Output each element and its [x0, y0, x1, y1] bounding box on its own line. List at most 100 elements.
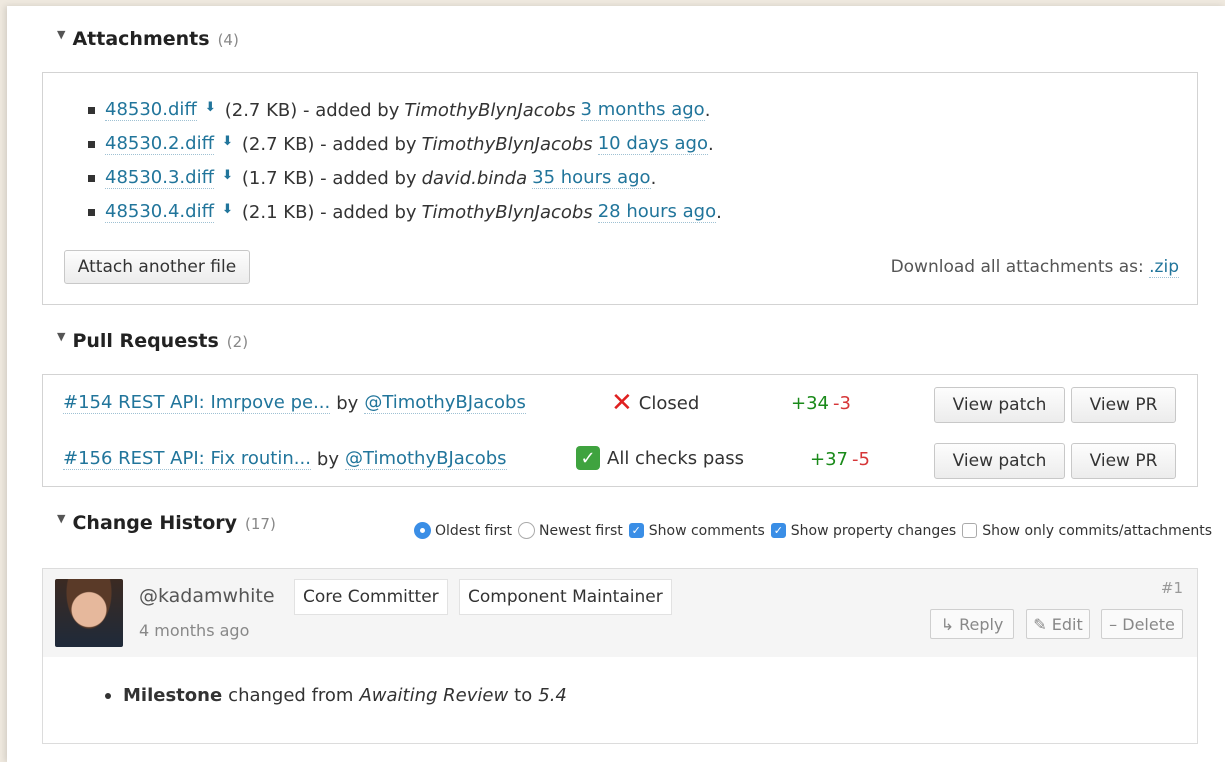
attachment-time[interactable]: 3 months ago — [580, 99, 705, 121]
attachments-count: (4) — [217, 31, 239, 49]
x-mark-icon: ✕ — [611, 388, 633, 418]
view-patch-button[interactable]: View patch — [934, 443, 1065, 479]
attach-file-button[interactable]: Attach another file — [64, 250, 250, 284]
attachment-size: (2.1 KB) - added by — [241, 201, 417, 223]
newest-first-option[interactable]: Newest first — [518, 522, 623, 539]
pr-status-label: Closed — [638, 392, 700, 414]
comment-time[interactable]: 4 months ago — [139, 621, 249, 640]
change-history-header[interactable]: ▼ Change History (17) — [57, 512, 276, 534]
pull-requests-title: Pull Requests — [72, 330, 219, 352]
change-to-value: 5.4 — [538, 685, 567, 706]
download-all: Download all attachments as: .zip — [890, 257, 1179, 278]
attachment-time[interactable]: 28 hours ago — [597, 201, 717, 223]
pull-requests-count: (2) — [226, 333, 249, 351]
period: . — [704, 99, 711, 121]
history-options: Oldest first Newest first ✓ Show comment… — [414, 522, 1218, 539]
view-pr-button[interactable]: View PR — [1071, 443, 1176, 479]
change-history-title: Change History — [72, 512, 238, 534]
attachment-item: 48530.4.diff ⬇ (2.1 KB) - added by Timot… — [88, 195, 722, 229]
bullet — [88, 208, 95, 216]
pr-title-link[interactable]: #156 REST API: Fix routin... — [63, 448, 311, 470]
pr-by: by — [336, 392, 359, 414]
avatar[interactable] — [55, 579, 123, 647]
attachment-author: TimothyBlynJacobs — [421, 201, 593, 223]
pr-title-link[interactable]: #154 REST API: Imrpove pe... — [63, 392, 331, 414]
pr-by: by — [316, 448, 339, 470]
pr-deletions: -3 — [833, 393, 851, 414]
comment-number[interactable]: #1 — [1161, 579, 1183, 597]
change-to-text: to — [514, 685, 533, 706]
attachment-link[interactable]: 48530.2.diff — [105, 133, 214, 155]
edit-button[interactable]: ✎ Edit — [1026, 609, 1090, 639]
pr-status: ✕ Closed — [611, 390, 699, 416]
role-badge: Core Committer — [294, 579, 448, 615]
attachments-box: 48530.diff ⬇ (2.7 KB) - added by Timothy… — [42, 72, 1198, 305]
pr-user-link[interactable]: @TimothyBJacobs — [345, 448, 507, 470]
pr-item: #156 REST API: Fix routin... by @Timothy… — [63, 444, 507, 474]
comment-username[interactable]: @kadamwhite — [139, 585, 275, 607]
attachment-link[interactable]: 48530.3.diff — [105, 167, 214, 189]
download-icon[interactable]: ⬇ — [222, 134, 233, 149]
attachment-author: TimothyBlynJacobs — [404, 99, 576, 121]
download-icon[interactable]: ⬇ — [222, 202, 233, 217]
attachment-time[interactable]: 35 hours ago — [532, 167, 651, 189]
show-comments-checkbox[interactable]: ✓ — [628, 523, 644, 538]
download-all-label: Download all attachments as: — [890, 257, 1144, 277]
attachment-size: (1.7 KB) - added by — [241, 167, 417, 189]
period: . — [708, 133, 714, 155]
change-field: Milestone — [123, 685, 223, 706]
delete-button[interactable]: – Delete — [1101, 609, 1183, 639]
oldest-first-label: Oldest first — [435, 522, 512, 539]
view-patch-button[interactable]: View patch — [934, 387, 1065, 423]
show-property-checkbox[interactable]: ✓ — [770, 523, 786, 538]
oldest-first-radio[interactable] — [414, 522, 431, 539]
check-mark-icon: ✓ — [576, 446, 600, 470]
newest-first-label: Newest first — [539, 522, 623, 539]
attachment-list: 48530.diff ⬇ (2.7 KB) - added by Timothy… — [88, 93, 722, 229]
comment-body: Milestone changed from Awaiting Review t… — [42, 657, 1198, 744]
oldest-first-option[interactable]: Oldest first — [414, 522, 512, 539]
download-icon[interactable]: ⬇ — [222, 168, 233, 183]
change-history-count: (17) — [245, 515, 276, 533]
pr-diff: +34 -3 — [791, 393, 851, 414]
view-pr-button[interactable]: View PR — [1071, 387, 1176, 423]
show-comments-label: Show comments — [648, 522, 765, 539]
show-property-label: Show property changes — [790, 522, 957, 539]
show-comments-option[interactable]: ✓ Show comments — [628, 522, 765, 539]
attachment-link[interactable]: 48530.4.diff — [105, 201, 214, 223]
download-icon[interactable]: ⬇ — [205, 100, 216, 115]
attachment-size: (2.7 KB) - added by — [241, 133, 417, 155]
newest-first-radio[interactable] — [518, 522, 535, 539]
show-only-label: Show only commits/attachments — [982, 522, 1213, 539]
role-badge: Component Maintainer — [459, 579, 672, 615]
attachment-link[interactable]: 48530.diff — [105, 99, 197, 121]
pr-status: ✓ All checks pass — [576, 446, 744, 470]
comment-header: @kadamwhite 4 months ago Core Committer … — [42, 568, 1198, 658]
reply-button[interactable]: ↳ Reply — [930, 609, 1014, 639]
ticket-page: ▼ Attachments (4) 48530.diff ⬇ (2.7 KB) … — [7, 6, 1225, 762]
pr-additions: +34 — [791, 393, 829, 414]
pr-user-link[interactable]: @TimothyBJacobs — [364, 392, 526, 414]
attachment-item: 48530.diff ⬇ (2.7 KB) - added by Timothy… — [88, 93, 722, 127]
show-only-option[interactable]: Show only commits/attachments — [962, 523, 1212, 539]
collapse-triangle-icon[interactable]: ▼ — [57, 28, 65, 41]
period: . — [716, 201, 722, 223]
collapse-triangle-icon[interactable]: ▼ — [57, 330, 65, 343]
period: . — [650, 167, 657, 189]
pr-status-label: All checks pass — [607, 447, 745, 469]
change-from-text: changed from — [228, 685, 354, 706]
pull-requests-header[interactable]: ▼ Pull Requests (2) — [57, 330, 248, 352]
bullet — [88, 140, 95, 148]
collapse-triangle-icon[interactable]: ▼ — [57, 512, 65, 525]
show-property-option[interactable]: ✓ Show property changes — [770, 522, 957, 539]
attachment-time[interactable]: 10 days ago — [597, 133, 708, 155]
pr-diff: +37 -5 — [810, 449, 870, 470]
attachment-size: (2.7 KB) - added by — [224, 99, 400, 121]
change-from-value: Awaiting Review — [359, 685, 509, 706]
show-only-checkbox[interactable] — [962, 523, 978, 538]
attachment-author: david.binda — [421, 167, 528, 189]
download-zip-link[interactable]: .zip — [1149, 257, 1179, 278]
attachments-header[interactable]: ▼ Attachments (4) — [57, 28, 239, 50]
pr-item: #154 REST API: Imrpove pe... by @Timothy… — [63, 388, 526, 418]
pr-additions: +37 — [810, 449, 848, 470]
